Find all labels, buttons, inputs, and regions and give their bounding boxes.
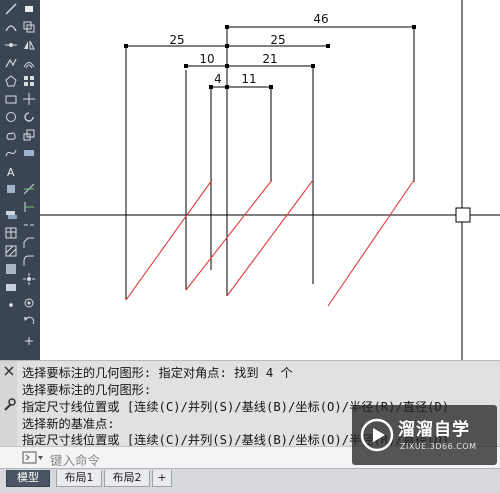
dimension-text-46: 46 [313, 12, 328, 26]
array-tool-icon[interactable] [22, 74, 36, 88]
table-tool-icon[interactable] [4, 226, 18, 240]
point-tool-icon[interactable] [4, 298, 18, 312]
watermark-logo: 溜溜自学 ZIXUE.3D66.COM [352, 405, 497, 465]
copy-tool-icon[interactable] [22, 20, 36, 34]
dimension-text-4: 4 [214, 72, 222, 86]
add-layout-button[interactable]: + [152, 470, 172, 487]
circle-tool-icon[interactable] [4, 110, 18, 124]
layer-tool-icon[interactable] [4, 208, 18, 222]
cad-cursor-pickbox [455, 207, 471, 223]
dimension-text-25-left: 25 [169, 33, 184, 47]
plus-tool-icon[interactable] [22, 334, 36, 348]
dimension-text-21: 21 [262, 52, 277, 66]
polygon-tool-icon[interactable] [4, 74, 18, 88]
trim-tool-icon[interactable] [22, 182, 36, 196]
command-window-gutter[interactable] [0, 361, 17, 447]
tab-layout2[interactable]: 布局2 [104, 470, 150, 487]
join-tool-icon[interactable] [22, 296, 36, 310]
explode-tool-icon[interactable] [22, 272, 36, 286]
offset-tool-icon[interactable] [22, 56, 36, 70]
svg-text:A: A [7, 166, 15, 177]
tool-palette: A [0, 0, 41, 360]
extend-tool-icon[interactable] [22, 200, 36, 214]
tab-model[interactable]: 模型 [6, 470, 50, 487]
watermark-url: ZIXUE.3D66.COM [400, 442, 477, 451]
fillet-tool-icon[interactable] [22, 254, 36, 268]
hatch-tool-icon[interactable] [4, 244, 18, 258]
line-tool-icon[interactable] [4, 2, 18, 16]
history-line-1: 选择要标注的几何图形: 指定对角点: 找到 4 个 [22, 366, 293, 380]
erase-tool-icon[interactable] [22, 2, 36, 16]
drawing-svg: 46 25 25 10 21 4 11 [40, 0, 500, 360]
dimension-text-10: 10 [199, 52, 214, 66]
wrench-icon[interactable] [2, 397, 16, 413]
stretch-tool-icon[interactable] [22, 146, 36, 160]
dimension-text-25-right: 25 [270, 33, 285, 47]
drawing-canvas[interactable]: 46 25 25 10 21 4 11 [40, 0, 500, 360]
dimension-text-11: 11 [241, 72, 256, 86]
gradient-tool-icon[interactable] [4, 262, 18, 276]
mirror-tool-icon[interactable] [22, 38, 36, 52]
chamfer-tool-icon[interactable] [22, 236, 36, 250]
history-line-2: 选择要标注的几何图形: [22, 383, 152, 397]
scale-tool-icon[interactable] [22, 128, 36, 142]
break-tool-icon[interactable] [22, 218, 36, 232]
undo-tool-icon[interactable] [22, 314, 36, 328]
rectangle-tool-icon[interactable] [4, 92, 18, 106]
tab-layout1[interactable]: 布局1 [56, 470, 102, 487]
polyline-tool-icon[interactable] [4, 56, 18, 70]
red-diagonal-lines [125, 179, 415, 307]
layout-tab-bar: 模型 布局1 布局2 + [0, 468, 500, 493]
arc-tool-icon[interactable] [4, 20, 18, 34]
xline-tool-icon[interactable] [4, 38, 18, 52]
command-input[interactable]: 键入命令 [50, 450, 100, 469]
watermark-name: 溜溜自学 [398, 420, 470, 440]
command-prompt-icon[interactable] [22, 450, 44, 466]
text-tool-icon[interactable]: A [4, 164, 18, 178]
spline-tool-icon[interactable] [4, 146, 18, 160]
revcloud-tool-icon[interactable] [4, 128, 18, 142]
block-tool-icon[interactable] [4, 182, 18, 196]
move-tool-icon[interactable] [22, 92, 36, 106]
play-logo-icon [360, 418, 394, 452]
rotate-tool-icon[interactable] [22, 110, 36, 124]
region-tool-icon[interactable] [4, 280, 18, 294]
